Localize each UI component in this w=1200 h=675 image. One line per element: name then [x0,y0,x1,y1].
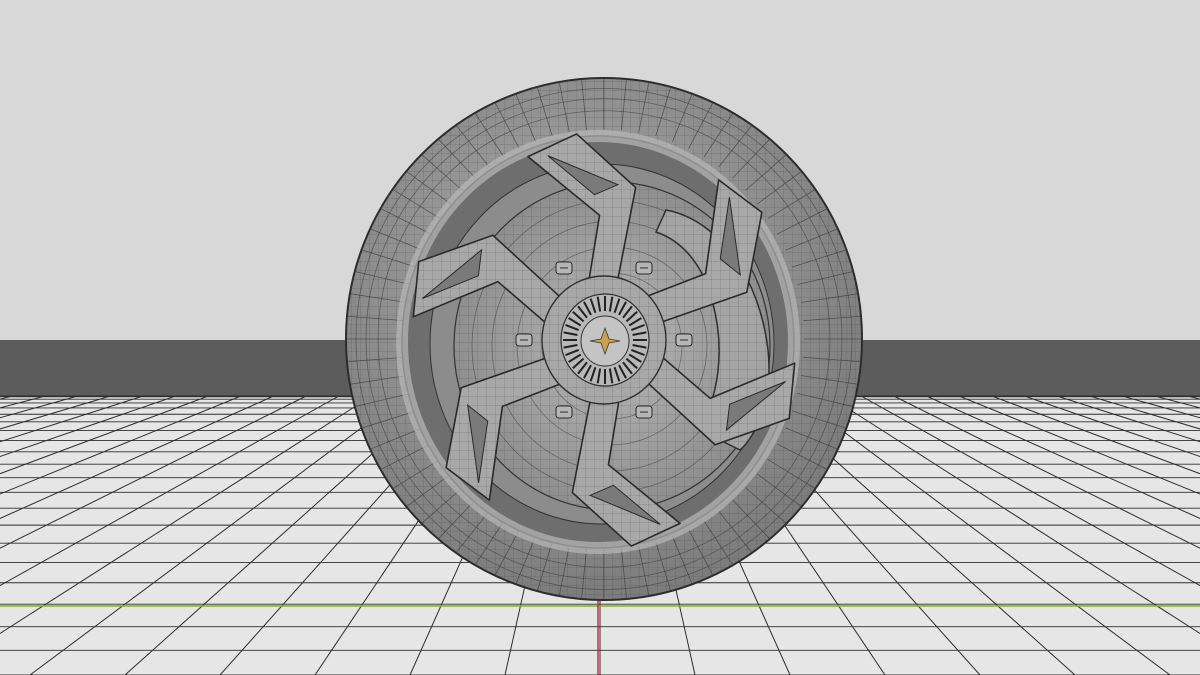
viewport-scene[interactable] [0,0,1200,675]
wheel-model[interactable] [345,77,863,601]
3d-viewport[interactable] [0,0,1200,675]
